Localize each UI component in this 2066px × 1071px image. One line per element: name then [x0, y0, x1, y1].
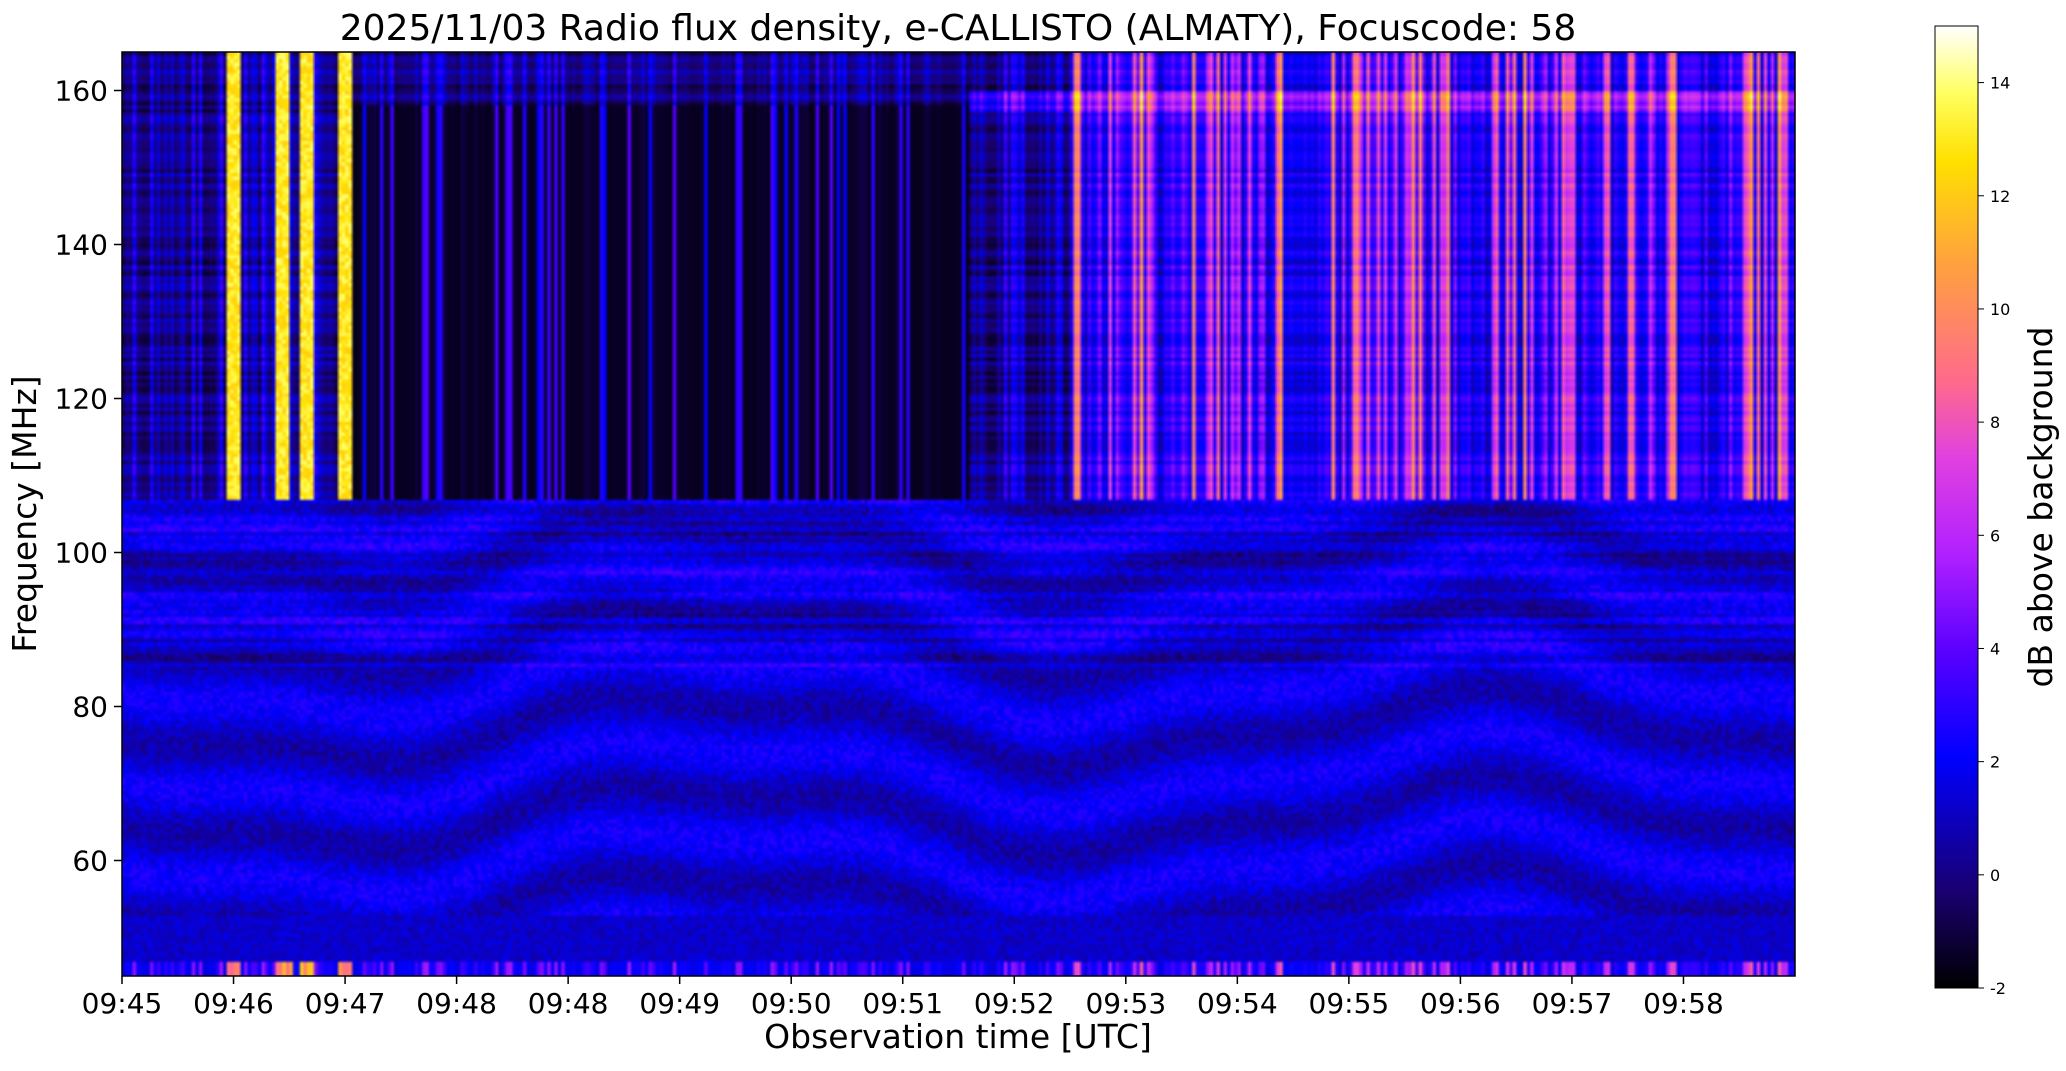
colorbar-tick-label: 10 — [1990, 300, 2010, 319]
x-axis-label: Observation time [UTC] — [764, 1017, 1152, 1056]
y-tick-label: 80 — [72, 691, 108, 724]
y-tick-label: 160 — [55, 75, 108, 108]
colorbar-tick-label: 8 — [1990, 413, 2000, 432]
x-tick-label: 09:51 — [862, 987, 943, 1020]
colorbar-gradient — [1934, 25, 1979, 989]
x-tick-label: 09:49 — [639, 987, 720, 1020]
x-tick-label: 09:55 — [1309, 987, 1390, 1020]
y-axis: 60 80 100 120 140 160 — [55, 75, 122, 878]
colorbar-label: dB above background — [2021, 327, 2060, 688]
x-tick-label: 09:47 — [305, 987, 386, 1020]
y-axis-label: Frequency [MHz] — [5, 375, 44, 652]
x-axis: 09:45 09:46 09:47 09:48 09:48 09:49 09:50 09:51… — [82, 976, 1724, 1020]
colorbar-tick-label: 14 — [1990, 74, 2010, 93]
x-tick-label: 09:48 — [416, 987, 497, 1020]
x-tick-label: 09:58 — [1643, 987, 1724, 1020]
y-tick-label: 100 — [55, 537, 108, 570]
colorbar: -2 0 2 4 6 8 10 12 14 dB above background — [1934, 25, 2060, 998]
chart-title: 2025/11/03 Radio flux density, e-CALLIST… — [340, 8, 1576, 49]
x-tick-label: 09:56 — [1420, 987, 1501, 1020]
colorbar-ticks: -2 0 2 4 6 8 10 12 14 — [1978, 74, 2010, 998]
y-tick-label: 120 — [55, 383, 108, 416]
chart-svg: 2025/11/03 Radio flux density, e-CALLIST… — [5, 8, 2060, 1056]
y-tick-label: 60 — [72, 845, 108, 878]
y-tick-label: 140 — [55, 229, 108, 262]
spectrogram-figure: 2025/11/03 Radio flux density, e-CALLIST… — [0, 0, 2066, 1067]
x-tick-label: 09:52 — [974, 987, 1055, 1020]
spectrogram-image — [122, 52, 1795, 976]
x-tick-label: 09:57 — [1532, 987, 1613, 1020]
spectrogram-heatmap — [122, 52, 1795, 976]
x-tick-label: 09:45 — [82, 987, 163, 1020]
x-tick-label: 09:54 — [1197, 987, 1278, 1020]
colorbar-tick-label: 0 — [1990, 866, 2000, 885]
x-tick-label: 09:53 — [1085, 987, 1166, 1020]
colorbar-tick-label: 12 — [1990, 187, 2010, 206]
colorbar-tick-label: 6 — [1990, 526, 2000, 545]
colorbar-tick-label: 4 — [1990, 639, 2000, 658]
colorbar-tick-label: 2 — [1990, 753, 2000, 772]
x-tick-label: 09:46 — [193, 987, 274, 1020]
colorbar-tick-label: -2 — [1990, 979, 2006, 998]
x-tick-label: 09:50 — [751, 987, 832, 1020]
x-tick-label: 09:48 — [528, 987, 609, 1020]
